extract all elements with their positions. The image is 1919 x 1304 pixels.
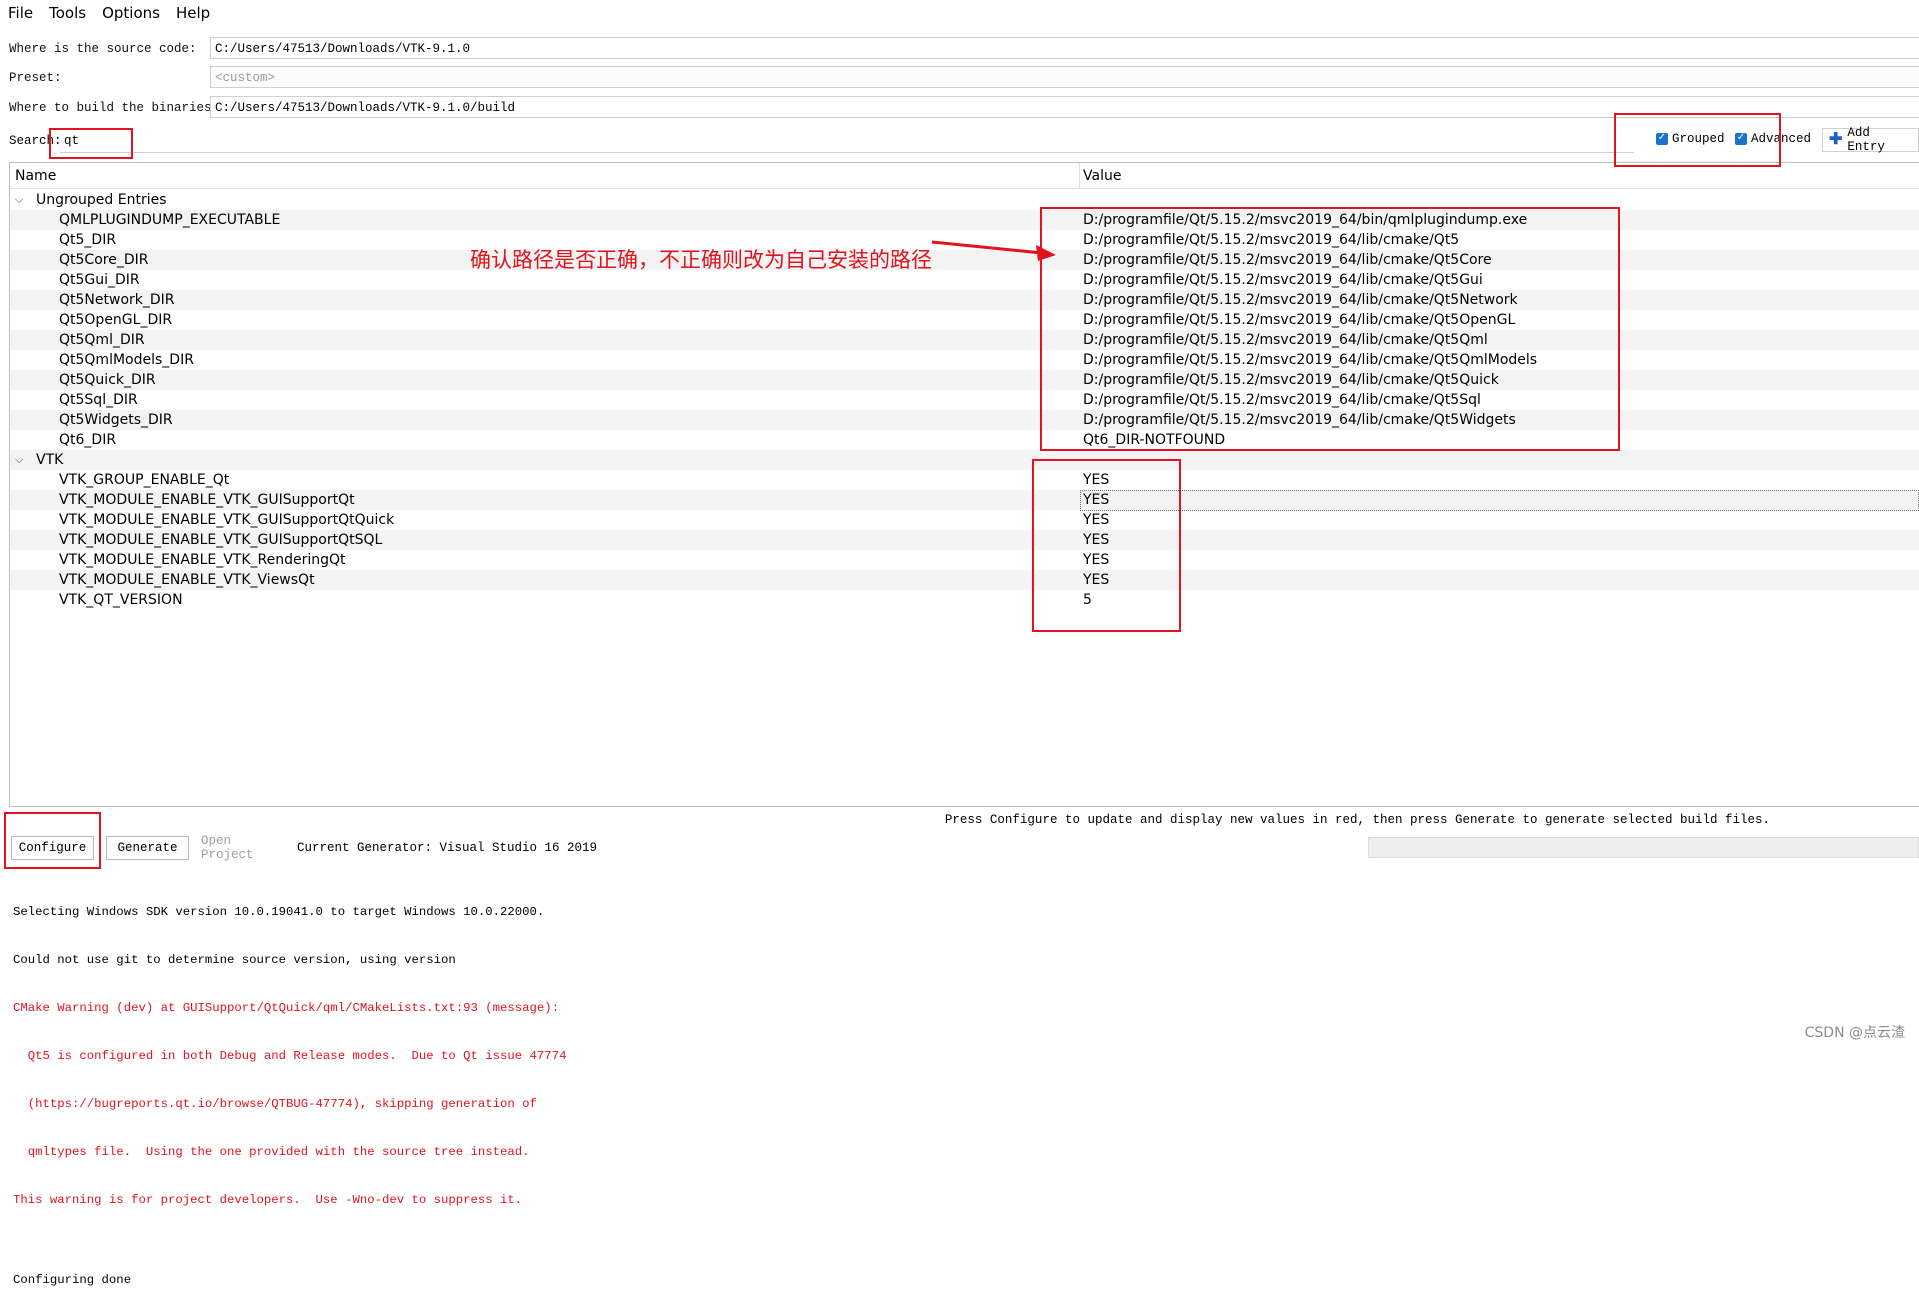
menu-options[interactable]: Options xyxy=(94,0,168,27)
entry-name: VTK_MODULE_ENABLE_VTK_GUISupportQt xyxy=(59,492,355,508)
menu-bar: File Tools Options Help xyxy=(0,0,1919,27)
search-input[interactable] xyxy=(60,129,1634,153)
plus-icon: ✚ xyxy=(1829,131,1843,149)
watermark: CSDN @点云渣 xyxy=(1804,1025,1905,1041)
entry-name: VTK_MODULE_ENABLE_VTK_RenderingQt xyxy=(59,552,346,568)
entry-name: VTK_GROUP_ENABLE_Qt xyxy=(59,472,230,488)
entry-name: VTK_MODULE_ENABLE_VTK_ViewsQt xyxy=(59,572,315,588)
entry-name: Qt5QmlModels_DIR xyxy=(59,352,194,368)
annotation-box-options xyxy=(1614,113,1781,167)
open-project-button[interactable]: Open Project xyxy=(200,834,290,862)
annotation-box-paths xyxy=(1040,207,1620,451)
log-line: Configuring done xyxy=(13,1273,132,1287)
output-log[interactable]: Selecting Windows SDK version 10.0.19041… xyxy=(13,872,566,1304)
entry-name: Qt5Core_DIR xyxy=(59,252,149,268)
entry-name: Qt5OpenGL_DIR xyxy=(59,312,173,328)
table-row[interactable]: VTK_MODULE_ENABLE_VTK_GUISupportQtQuick Y… xyxy=(10,510,1919,530)
entry-name: VTK_QT_VERSION xyxy=(59,592,183,608)
group-label: Ungrouped Entries xyxy=(36,192,167,208)
menu-file[interactable]: File xyxy=(0,0,41,27)
group-label: VTK xyxy=(36,452,64,468)
table-row[interactable]: Qt5Sql_DIR D:/programfile/Qt/5.15.2/msvc2… xyxy=(10,390,1919,410)
table-row[interactable]: VTK_MODULE_ENABLE_VTK_GUISupportQt YES xyxy=(10,490,1919,511)
status-message-text: Press Configure to update and display ne… xyxy=(944,813,1771,827)
log-line-warning: This warning is for project developers. … xyxy=(13,1193,523,1207)
entry-name: Qt6_DIR xyxy=(59,432,117,448)
table-row[interactable]: Qt5Quick_DIR D:/programfile/Qt/5.15.2/msv… xyxy=(10,370,1919,390)
table-row[interactable]: Qt5Network_DIR D:/programfile/Qt/5.15.2/m… xyxy=(10,290,1919,310)
group-row-vtk[interactable]: ⌵ VTK xyxy=(10,450,1919,470)
log-line: Could not use git to determine source ve… xyxy=(13,953,456,967)
table-row[interactable]: Qt5Qml_DIR D:/programfile/Qt/5.15.2/msvc2… xyxy=(10,330,1919,350)
build-label: Where to build the binaries: xyxy=(9,101,220,115)
progress-bar xyxy=(1368,837,1919,858)
annotation-box-yes-values xyxy=(1032,459,1181,632)
table-row[interactable]: VTK_GROUP_ENABLE_Qt YES xyxy=(10,470,1919,490)
preset-label: Preset: xyxy=(9,71,62,85)
chevron-down-icon[interactable]: ⌵ xyxy=(15,450,23,470)
entry-name: Qt5Gui_DIR xyxy=(59,272,140,288)
table-row[interactable]: VTK_MODULE_ENABLE_VTK_RenderingQt YES xyxy=(10,550,1919,570)
source-path-field[interactable]: C:/Users/47513/Downloads/VTK-9.1.0 xyxy=(210,37,1919,59)
log-line-warning: Qt5 is configured in both Debug and Rele… xyxy=(13,1049,567,1063)
entry-name: QMLPLUGINDUMP_EXECUTABLE xyxy=(59,212,281,228)
generate-button[interactable]: Generate xyxy=(106,836,189,860)
annotation-box-search xyxy=(49,128,133,159)
log-line-warning: (https://bugreports.qt.io/browse/QTBUG-4… xyxy=(13,1097,537,1111)
table-row[interactable]: Qt5OpenGL_DIR D:/programfile/Qt/5.15.2/ms… xyxy=(10,310,1919,330)
add-entry-label: Add Entry xyxy=(1847,126,1885,154)
group-row-ungrouped[interactable]: ⌵ Ungrouped Entries xyxy=(10,190,1919,210)
entry-name: Qt5Sql_DIR xyxy=(59,392,138,408)
source-label: Where is the source code: xyxy=(9,42,197,56)
column-divider[interactable] xyxy=(1079,163,1080,188)
entry-name: Qt5_DIR xyxy=(59,232,117,248)
entry-name: VTK_MODULE_ENABLE_VTK_GUISupportQtSQL xyxy=(59,532,383,548)
table-row[interactable]: Qt5QmlModels_DIR D:/programfile/Qt/5.15.2… xyxy=(10,350,1919,370)
table-row[interactable]: Qt6_DIR Qt6_DIR-NOTFOUND xyxy=(10,430,1919,450)
table-row[interactable]: VTK_MODULE_ENABLE_VTK_GUISupportQtSQL YES xyxy=(10,530,1919,550)
table-row[interactable]: VTK_QT_VERSION 5 xyxy=(10,590,1919,610)
log-line: Selecting Windows SDK version 10.0.19041… xyxy=(13,905,545,919)
current-generator-label: Current Generator: Visual Studio 16 2019 xyxy=(297,841,598,855)
log-line-warning: CMake Warning (dev) at GUISupport/QtQuic… xyxy=(13,1001,560,1015)
preset-field[interactable]: <custom> xyxy=(210,66,1919,88)
entry-name: Qt5Quick_DIR xyxy=(59,372,156,388)
annotation-arrow-icon xyxy=(931,240,1056,261)
entry-name: VTK_MODULE_ENABLE_VTK_GUISupportQtQuick xyxy=(59,512,395,528)
chevron-down-icon[interactable]: ⌵ xyxy=(15,190,23,210)
column-header-name[interactable]: Name xyxy=(15,168,56,184)
log-line-warning: qmltypes file. Using the one provided wi… xyxy=(13,1145,530,1159)
table-row[interactable]: Qt5Gui_DIR D:/programfile/Qt/5.15.2/msvc2… xyxy=(10,270,1919,290)
status-message: Press Configure to update and display ne… xyxy=(0,813,1919,827)
column-header-value[interactable]: Value xyxy=(1083,168,1121,184)
entry-name: Qt5Widgets_DIR xyxy=(59,412,173,428)
menu-help[interactable]: Help xyxy=(168,0,218,27)
table-row[interactable]: VTK_MODULE_ENABLE_VTK_ViewsQt YES xyxy=(10,570,1919,590)
entry-name: Qt5Qml_DIR xyxy=(59,332,145,348)
focus-outline xyxy=(1080,490,1919,511)
annotation-text: 确认路径是否正确，不正确则改为自己安装的路径 xyxy=(470,248,932,272)
table-row[interactable]: QMLPLUGINDUMP_EXECUTABLE D:/programfile/Q… xyxy=(10,210,1919,230)
menu-tools[interactable]: Tools xyxy=(41,0,94,27)
entry-name: Qt5Network_DIR xyxy=(59,292,175,308)
table-row[interactable]: Qt5Widgets_DIR D:/programfile/Qt/5.15.2/m… xyxy=(10,410,1919,430)
configure-button[interactable]: Configure xyxy=(11,836,94,860)
add-entry-button[interactable]: ✚ Add Entry xyxy=(1822,126,1919,154)
